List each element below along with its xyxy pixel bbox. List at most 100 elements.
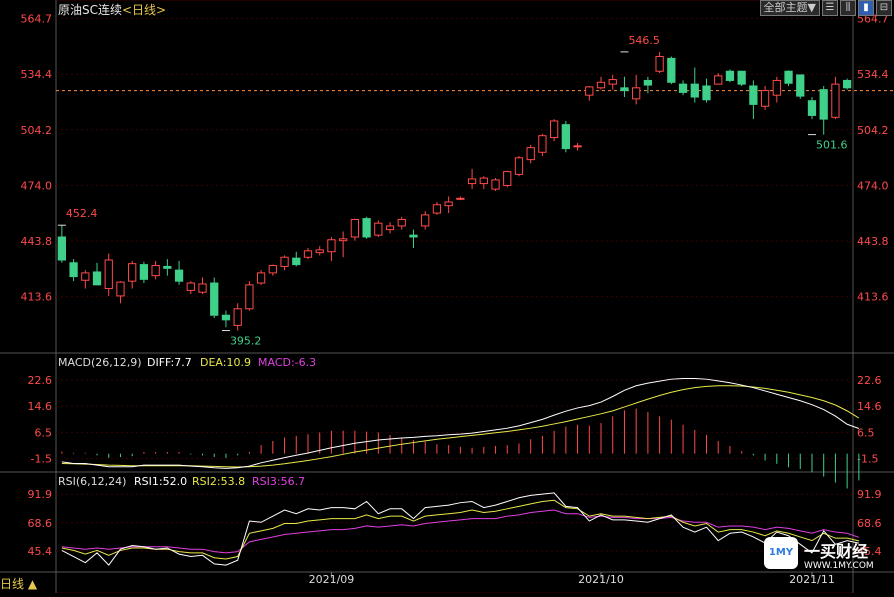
macd-dea-label: DEA:10.9 [200, 356, 251, 369]
brand-logo: 1MY [764, 537, 798, 569]
chart-toolbar: 全部主题▼ ☰ ⫼ ▮ ⊟ [759, 0, 892, 16]
macd-tick-right: 14.6 [857, 400, 882, 413]
diff-line [61, 378, 860, 469]
candle-body [538, 135, 547, 153]
extreme-label: 452.4 [66, 207, 98, 220]
price-tick-right: 413.6 [857, 291, 889, 304]
futures-chart[interactable]: 564.7 564.7 534.4 534.4 504.2 504.2 474.0 474.0… [0, 0, 894, 594]
candle-body [725, 70, 735, 81]
period-toggle[interactable]: 日线 ▲ [0, 575, 37, 592]
candle-body [69, 262, 78, 278]
candle-body [57, 236, 66, 261]
extreme-label: 395.2 [230, 335, 262, 348]
price-tick-left: 504.2 [21, 124, 53, 137]
candle-body [807, 100, 817, 116]
candle-body [819, 89, 828, 120]
plot-svg: 564.7 564.7534.4 534.4504.2 504.2474.0 474.0… [0, 0, 894, 594]
candle-body [667, 57, 676, 83]
candle-body [128, 263, 137, 282]
extreme-label: 546.5 [628, 34, 660, 47]
macd-tick-right: 22.6 [857, 374, 882, 387]
candle-body [479, 177, 488, 185]
extreme-label: 501.6 [816, 139, 848, 152]
candle-body [292, 257, 301, 266]
brand-url: WWW.1MY.COM [804, 561, 874, 571]
rsi-tick-right: 91.9 [857, 488, 882, 501]
dea-line [61, 385, 860, 468]
chart-title: 原油SC连续<日线> [58, 1, 166, 18]
candle-body [690, 83, 699, 98]
candle-body [831, 83, 840, 118]
candle-body [245, 284, 254, 310]
brand-name: 一买财经 [804, 542, 869, 561]
candle-body [503, 171, 512, 186]
price-tick-left: 443.8 [21, 235, 53, 248]
rsi2-label: RSI2:53.8 [192, 475, 245, 488]
candle-body [843, 79, 852, 89]
candle-body [456, 197, 465, 200]
candle-body [678, 83, 688, 93]
candle-body [104, 259, 113, 290]
date-label: 2021/09 [309, 573, 355, 586]
macd-title: MACD(26,12,9) [58, 356, 142, 369]
candle-body [362, 218, 371, 238]
rsi-tick-left: 45.4 [28, 545, 53, 558]
macd-tick-left: -1.5 [31, 453, 52, 466]
candle-body [198, 283, 207, 293]
rsi1-label: RSI1:52.0 [134, 475, 187, 488]
candle-body [643, 79, 653, 86]
rsi2-line [61, 499, 859, 560]
price-tick-right: 474.0 [857, 179, 889, 192]
kline-icon[interactable]: ⫼ [840, 0, 856, 16]
macd-tick-left: 6.5 [35, 426, 53, 439]
macd-value-label: MACD:-6.3 [258, 356, 316, 369]
candle-style-icon[interactable]: ▮ [858, 0, 874, 16]
split-icon[interactable]: ⊟ [876, 0, 892, 16]
candle-body [491, 179, 500, 190]
macd-tick-right: 6.5 [857, 426, 875, 439]
candle-body [620, 87, 629, 92]
candle-body [374, 222, 383, 236]
candle-body [772, 79, 781, 96]
candle-body [514, 157, 524, 175]
candle-body [256, 272, 266, 284]
candle-body [163, 265, 172, 269]
price-tick-right: 504.2 [857, 124, 889, 137]
price-tick-right: 443.8 [857, 235, 889, 248]
price-tick-right: 534.4 [857, 68, 889, 81]
theme-select-button[interactable]: 全部主题▼ [759, 0, 820, 16]
candle-body [526, 147, 535, 161]
candle-body [760, 90, 770, 107]
candle-body [549, 120, 559, 139]
candle-body [749, 85, 758, 105]
candle-body [737, 70, 746, 85]
candle-body [655, 56, 664, 72]
rsi3-label: RSI3:56.7 [252, 475, 305, 488]
candle-body [151, 265, 160, 277]
price-tick-left: 413.6 [21, 291, 53, 304]
candle-body [268, 265, 277, 274]
period-label[interactable]: <日线> [122, 3, 166, 17]
candle-body [81, 272, 90, 281]
macd-tick-right: -1.5 [857, 453, 878, 466]
macd-tick-left: 14.6 [28, 400, 53, 413]
rsi-tick-right: 68.6 [857, 517, 882, 530]
rsi-tick-left: 91.9 [28, 488, 53, 501]
candle-body [221, 314, 231, 321]
candle-body [385, 225, 395, 231]
price-tick-left: 534.4 [21, 68, 53, 81]
candle-body [432, 204, 442, 214]
candle-body [233, 308, 242, 326]
candle-body [409, 234, 418, 238]
candle-body [573, 145, 582, 148]
candle-body [397, 218, 406, 227]
chart-header: 原油SC连续<日线> 全部主题▼ ☰ ⫼ ▮ ⊟ [0, 0, 894, 18]
candle-body [186, 282, 195, 291]
quote-list-icon[interactable]: ☰ [822, 0, 838, 16]
candle-body [632, 87, 641, 100]
candle-body [702, 85, 711, 101]
candle-body [444, 201, 453, 207]
candle-body [585, 86, 594, 96]
date-label: 2021/10 [578, 573, 624, 586]
rsi-tick-left: 68.6 [28, 517, 53, 530]
